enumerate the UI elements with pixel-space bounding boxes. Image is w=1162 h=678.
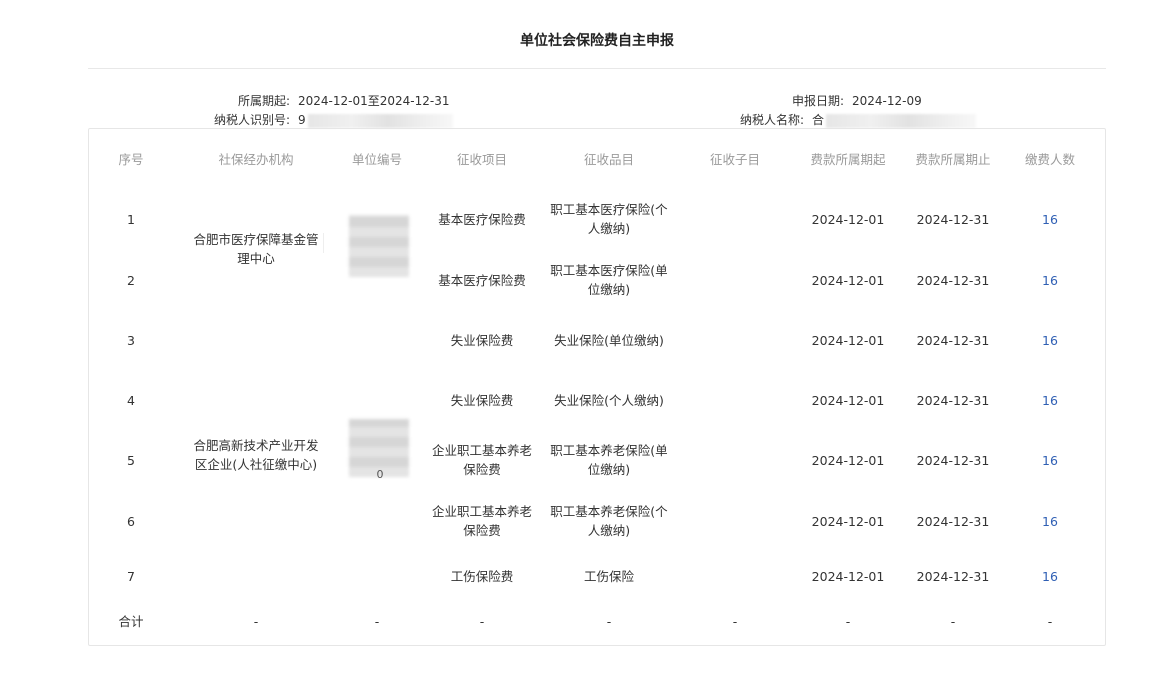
row-seq: 1 xyxy=(127,211,135,227)
report-date-value: 2024-12-09 xyxy=(852,94,922,108)
row-payer-count[interactable]: 16 xyxy=(1005,440,1095,480)
period-label: 所属期起: xyxy=(237,94,290,108)
header-agency: 社保经办机构 xyxy=(218,151,294,167)
row-period-end: 2024-12-31 xyxy=(916,272,990,288)
taxpayer-name-value: 合 xyxy=(812,113,825,127)
row-payer-count[interactable]: 16 xyxy=(1005,199,1095,239)
row-item: 失业保险费 xyxy=(450,332,514,348)
total-period-end: - xyxy=(950,613,956,629)
row-seq: 6 xyxy=(127,513,135,529)
taxpayer-id-label: 纳税人识别号: xyxy=(213,113,290,127)
period-field: 所属期起: 2024-12-01至2024-12-31 xyxy=(200,92,450,109)
taxpayer-name-field: 纳税人名称: 合 xyxy=(720,111,977,128)
row-item: 企业职工基本养老保险费 xyxy=(432,504,533,538)
row-period-end: 2024-12-31 xyxy=(916,392,990,408)
total-period-start: - xyxy=(845,613,851,629)
taxpayer-id-redaction xyxy=(307,113,453,128)
row-payer-count[interactable]: 16 xyxy=(1005,380,1095,420)
row-period-end: 2024-12-31 xyxy=(916,513,990,529)
row-payer-count[interactable]: 16 xyxy=(1005,260,1095,300)
row-sub-item: 职工基本医疗保险(单位缴纳) xyxy=(550,263,668,297)
row-sub-item: 失业保险(个人缴纳) xyxy=(554,392,664,408)
declaration-table: 序号 社保经办机构 单位编号 征收项目 征收品目 征收子目 费款所属期起 费款所… xyxy=(88,128,1106,646)
row-period-start: 2024-12-01 xyxy=(811,332,885,348)
row-seq: 4 xyxy=(127,392,135,408)
header-seq: 序号 xyxy=(118,151,144,167)
unit-code-redaction-1 xyxy=(349,215,409,277)
row-sub-sub-item xyxy=(685,199,785,239)
row-seq: 3 xyxy=(127,332,135,348)
header-item: 征收项目 xyxy=(456,151,507,167)
row-sub-sub-item xyxy=(685,320,785,360)
row-period-start: 2024-12-01 xyxy=(811,392,885,408)
row-sub-item: 失业保险(单位缴纳) xyxy=(554,332,664,348)
row-sub-sub-item xyxy=(685,260,785,300)
page-title: 单位社会保险费自主申报 xyxy=(520,33,674,49)
title-divider xyxy=(88,68,1106,69)
row-period-end: 2024-12-31 xyxy=(916,332,990,348)
header-unit-code: 单位编号 xyxy=(351,151,402,167)
row-seq: 7 xyxy=(127,568,135,584)
taxpayer-id-value: 9 xyxy=(298,113,306,127)
total-payer-count: - xyxy=(1047,613,1053,629)
row-payer-count[interactable]: 16 xyxy=(1005,556,1095,596)
row-item: 失业保险费 xyxy=(450,392,514,408)
row-period-start: 2024-12-01 xyxy=(811,211,885,227)
row-item: 企业职工基本养老保险费 xyxy=(432,443,533,477)
taxpayer-id-field: 纳税人识别号: 9 xyxy=(200,111,453,128)
row-item: 基本医疗保险费 xyxy=(438,272,526,288)
row-sub-sub-item xyxy=(685,501,785,541)
row-sub-sub-item xyxy=(685,556,785,596)
row-sub-sub-item xyxy=(685,380,785,420)
row-seq: 5 xyxy=(127,452,135,468)
unit-code-fragment: 0 xyxy=(376,467,384,481)
taxpayer-name-label: 纳税人名称: xyxy=(739,113,804,127)
report-date-label: 申报日期: xyxy=(791,94,844,108)
row-sub-item: 职工基本养老保险(个人缴纳) xyxy=(550,504,668,538)
row-sub-item: 职工基本医疗保险(个人缴纳) xyxy=(550,202,668,236)
row-period-end: 2024-12-31 xyxy=(916,568,990,584)
period-value: 2024-12-01至2024-12-31 xyxy=(298,94,450,108)
row-sub-sub-item xyxy=(685,440,785,480)
row-sub-item: 工伤保险 xyxy=(583,568,634,584)
header-period-start: 费款所属期起 xyxy=(810,151,886,167)
total-item: - xyxy=(479,613,485,629)
agency-cell-medical: 合肥市医疗保障基金管理中心 xyxy=(193,232,319,266)
total-label: 合计 xyxy=(118,613,144,629)
row-period-start: 2024-12-01 xyxy=(811,452,885,468)
row-item: 基本医疗保险费 xyxy=(438,211,526,227)
row-period-start: 2024-12-01 xyxy=(811,513,885,529)
report-date-field: 申报日期: 2024-12-09 xyxy=(760,92,922,109)
header-payer-count: 缴费人数 xyxy=(1024,151,1075,167)
row-period-start: 2024-12-01 xyxy=(811,568,885,584)
row-period-end: 2024-12-31 xyxy=(916,211,990,227)
taxpayer-name-redaction xyxy=(826,113,977,128)
row-seq: 2 xyxy=(127,272,135,288)
row-period-end: 2024-12-31 xyxy=(916,452,990,468)
agency-cell-hitech: 合肥高新技术产业开发区企业(人社征缴中心) xyxy=(193,438,319,472)
total-sub-sub-item: - xyxy=(732,613,738,629)
header-sub-sub-item: 征收子目 xyxy=(709,151,760,167)
row-sub-item: 职工基本养老保险(单位缴纳) xyxy=(550,443,668,477)
row-period-start: 2024-12-01 xyxy=(811,272,885,288)
row-item: 工伤保险费 xyxy=(450,568,514,584)
agency-divider xyxy=(323,233,324,253)
header-sub-item: 征收品目 xyxy=(583,151,634,167)
header-period-end: 费款所属期止 xyxy=(915,151,991,167)
row-payer-count[interactable]: 16 xyxy=(1005,501,1095,541)
total-unit-code: - xyxy=(374,613,380,629)
total-sub-item: - xyxy=(606,613,612,629)
row-payer-count[interactable]: 16 xyxy=(1005,320,1095,360)
total-agency: - xyxy=(253,613,259,629)
